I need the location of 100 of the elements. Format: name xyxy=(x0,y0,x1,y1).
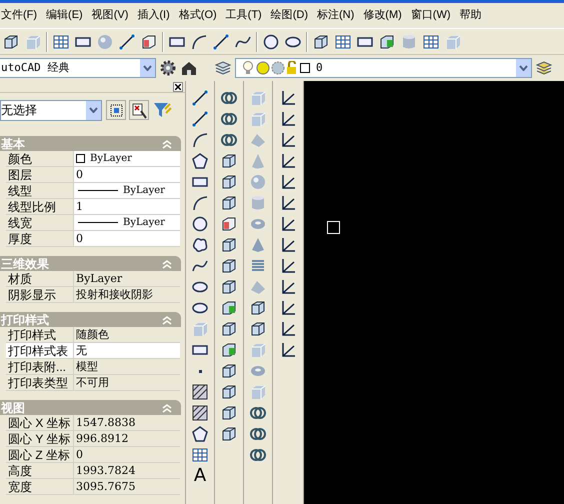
hatch-icon[interactable] xyxy=(191,383,209,401)
property-row[interactable]: 高度 1993.7824 xyxy=(6,463,180,479)
line-icon[interactable] xyxy=(191,89,209,107)
property-row[interactable]: 厚度 0 xyxy=(6,231,180,247)
intersect-rings-icon[interactable] xyxy=(249,404,267,422)
menu-item[interactable]: 绘图(D) xyxy=(270,7,308,24)
property-row[interactable]: 图层 0 xyxy=(6,167,180,183)
line-icon[interactable] xyxy=(191,110,209,128)
table-icon[interactable] xyxy=(334,32,352,50)
property-row[interactable]: 线型比例 1 xyxy=(6,199,180,215)
cube-icon[interactable] xyxy=(378,32,396,50)
property-label: 打印样式表 xyxy=(6,343,74,358)
cube-icon[interactable] xyxy=(140,32,158,50)
cube-icon[interactable] xyxy=(220,362,238,380)
layers-icon[interactable] xyxy=(535,59,553,77)
intersect-rings-icon[interactable] xyxy=(220,110,238,128)
property-row[interactable]: 打印样式 随颜色 xyxy=(6,327,180,343)
cube-icon[interactable] xyxy=(220,299,238,317)
cube-icon[interactable] xyxy=(249,299,267,317)
cube-icon[interactable] xyxy=(249,320,267,338)
cube-icon[interactable] xyxy=(220,194,238,212)
menu-item[interactable]: 视图(V) xyxy=(92,7,128,24)
hatch-icon[interactable] xyxy=(191,404,209,422)
property-value: 0 xyxy=(76,166,83,182)
arc-icon[interactable] xyxy=(190,32,208,50)
cube-icon[interactable] xyxy=(220,215,238,233)
cube-icon[interactable] xyxy=(220,425,238,443)
arc-icon[interactable] xyxy=(191,131,209,149)
property-row[interactable]: 阴影显示 投射和接收阴影 xyxy=(6,287,180,303)
property-row[interactable]: 打印表类型 不可用 xyxy=(6,375,180,391)
menu-item[interactable]: 格式(O) xyxy=(178,7,217,24)
menu-item[interactable]: 标注(N) xyxy=(317,7,354,24)
property-value: ByLayer xyxy=(90,152,132,166)
property-row[interactable]: 线宽 ByLayer xyxy=(6,215,180,231)
menu-item[interactable]: 编辑(E) xyxy=(46,7,83,24)
menu-item[interactable]: 修改(M) xyxy=(363,7,402,24)
cloud-icon[interactable] xyxy=(191,236,209,254)
cube-icon[interactable] xyxy=(220,383,238,401)
property-value: 1993.7824 xyxy=(76,462,136,478)
cube-icon[interactable] xyxy=(220,404,238,422)
cube-icon[interactable] xyxy=(312,32,330,50)
section-title: 打印样式 xyxy=(0,312,50,328)
property-value: 模型 xyxy=(76,360,98,374)
menu-item[interactable]: 插入(I) xyxy=(137,7,170,24)
property-row[interactable]: 打印表附... 模型 xyxy=(6,359,180,375)
close-icon[interactable] xyxy=(173,82,183,92)
cube-icon[interactable] xyxy=(220,257,238,275)
layers-icon[interactable] xyxy=(214,59,232,77)
toggle-pickadd-icon[interactable] xyxy=(129,100,149,120)
property-row[interactable]: 线型 ByLayer xyxy=(6,183,180,199)
cube-icon[interactable] xyxy=(220,236,238,254)
menu-item[interactable]: 工具(T) xyxy=(226,7,262,24)
table-icon[interactable] xyxy=(422,32,440,50)
cube-icon[interactable] xyxy=(220,341,238,359)
line-icon[interactable] xyxy=(118,32,136,50)
layer-name: 0 xyxy=(316,60,324,76)
property-row[interactable]: 宽度 3095.7675 xyxy=(6,479,180,495)
intersect-rings-icon[interactable] xyxy=(249,425,267,443)
menu-item[interactable]: 窗口(W) xyxy=(410,7,450,24)
property-value: 投射和接收阴影 xyxy=(76,288,153,302)
property-row[interactable]: 圆心 Z 坐标 0 xyxy=(6,447,180,463)
polygon-icon[interactable] xyxy=(191,425,209,443)
linetype-sample xyxy=(78,222,118,223)
cube-icon[interactable] xyxy=(2,32,20,50)
line-icon[interactable] xyxy=(212,32,230,50)
table-icon[interactable] xyxy=(191,446,209,464)
property-value: 不可用 xyxy=(76,376,109,390)
property-row[interactable]: 圆心 Y 坐标 996.8912 xyxy=(6,431,180,447)
polygon-icon[interactable] xyxy=(191,152,209,170)
selection-dropdown[interactable]: 无选择 xyxy=(0,100,102,120)
house-icon[interactable] xyxy=(180,59,198,77)
layer-dropdown[interactable]: 0 xyxy=(235,58,532,78)
intersect-rings-icon[interactable] xyxy=(220,131,238,149)
property-row[interactable]: 材质 ByLayer xyxy=(6,271,180,287)
cube-icon[interactable] xyxy=(220,152,238,170)
cube-icon[interactable] xyxy=(220,278,238,296)
property-row[interactable]: 打印样式表 无 xyxy=(6,343,180,359)
menu-item[interactable]: 文件(F) xyxy=(1,7,38,24)
circle-icon[interactable] xyxy=(262,32,280,50)
lightbulb-icon xyxy=(242,60,254,76)
arc-icon[interactable] xyxy=(191,194,209,212)
property-label: 打印表附... xyxy=(6,359,74,374)
workspace-dropdown[interactable]: utoCAD 经典 xyxy=(0,58,156,78)
cube-icon[interactable] xyxy=(220,173,238,191)
menu-item[interactable]: 帮助 xyxy=(460,7,482,24)
property-row[interactable]: 圆心 X 坐标 1547.8838 xyxy=(6,415,180,431)
text-tool-glyph[interactable]: A xyxy=(194,467,206,485)
property-value: 0 xyxy=(76,230,83,246)
property-label: 阴影显示 xyxy=(6,287,74,302)
intersect-rings-icon[interactable] xyxy=(249,446,267,464)
property-row[interactable]: 颜色 ByLayer xyxy=(6,151,180,167)
property-label: 材质 xyxy=(6,271,74,286)
circle-icon[interactable] xyxy=(191,215,209,233)
property-value: 1 xyxy=(76,198,83,214)
gear-icon[interactable] xyxy=(159,59,177,77)
cube-icon[interactable] xyxy=(220,320,238,338)
table-icon[interactable] xyxy=(52,32,70,50)
intersect-rings-icon[interactable] xyxy=(220,89,238,107)
property-value: ByLayer xyxy=(76,270,122,286)
select-objects-icon[interactable] xyxy=(106,100,126,120)
